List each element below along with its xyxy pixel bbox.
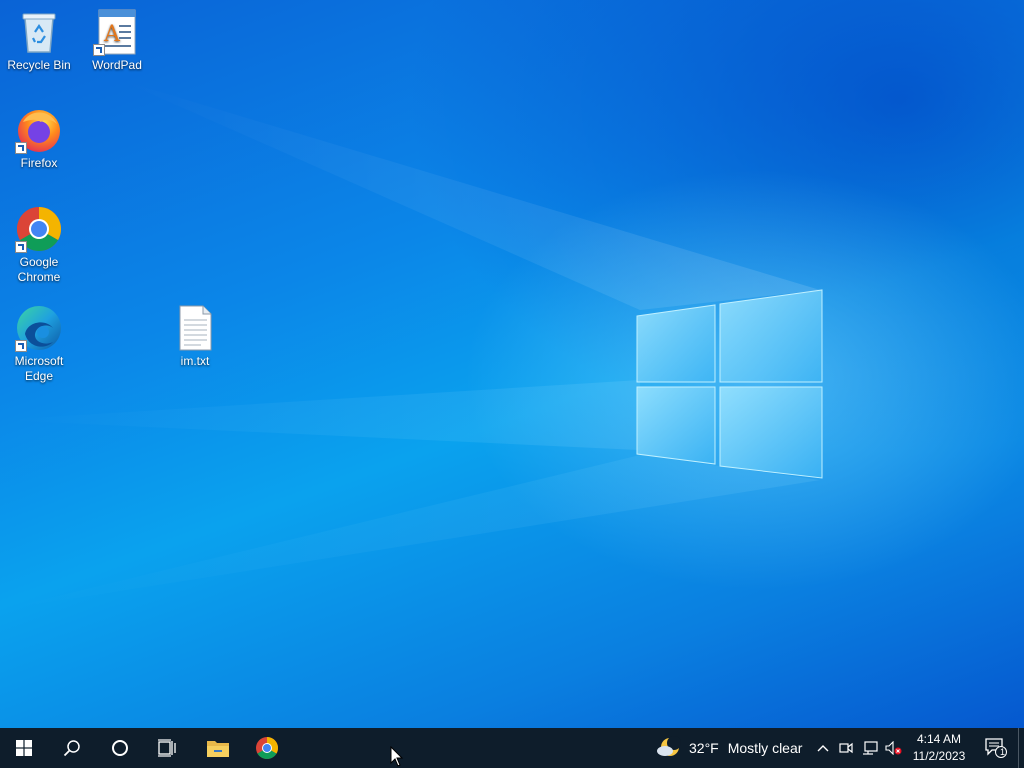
windows-logo-icon: [16, 740, 32, 756]
shortcut-arrow-icon: [93, 44, 105, 56]
volume-muted-icon: [885, 741, 902, 755]
task-view-icon: [158, 739, 176, 757]
wallpaper-rays: [0, 80, 820, 610]
shortcut-arrow-icon: [15, 241, 27, 253]
firefox-desktop-icon[interactable]: Firefox: [1, 106, 77, 171]
taskbar: 32°F Mostly clear 4:14 AM 11/2/2023 1: [0, 728, 1024, 768]
mouse-cursor-icon: [390, 746, 404, 767]
clock[interactable]: 4:14 AM 11/2/2023: [906, 731, 972, 765]
network-icon: [863, 741, 878, 755]
weather-temperature: 32°F: [689, 740, 719, 756]
chrome-taskbar-button[interactable]: [243, 728, 291, 768]
meet-now-icon: [839, 742, 853, 754]
clock-time: 4:14 AM: [916, 732, 962, 746]
im-txt-label: im.txt: [180, 354, 210, 368]
weather-condition: Mostly clear: [727, 740, 803, 756]
chrome-label-line1: Google: [19, 255, 59, 269]
action-center-button[interactable]: 1: [976, 728, 1016, 768]
moon-cloud-icon: [657, 736, 681, 756]
cortana-circle-icon: [112, 740, 128, 756]
wordpad-desktop-icon[interactable]: A WordPad: [79, 8, 155, 73]
recycle-bin-desktop-icon[interactable]: Recycle Bin: [1, 8, 77, 73]
cortana-button[interactable]: [96, 728, 144, 768]
firefox-icon: [15, 106, 63, 154]
weather-widget[interactable]: 32°F Mostly clear: [656, 728, 802, 768]
shortcut-arrow-icon: [15, 340, 27, 352]
edge-label-line2: Edge: [24, 369, 54, 383]
chrome-icon: [256, 737, 278, 759]
recycle-bin-label: Recycle Bin: [7, 58, 71, 72]
wordpad-label: WordPad: [92, 58, 142, 72]
desktop[interactable]: Recycle Bin A WordPad Firefox Google Chr…: [0, 0, 1024, 728]
chrome-desktop-icon[interactable]: Google Chrome: [1, 205, 77, 285]
folder-icon: [207, 741, 229, 757]
edge-desktop-icon[interactable]: Microsoft Edge: [1, 304, 77, 384]
chevron-up-icon: [817, 745, 829, 752]
shortcut-arrow-icon: [15, 142, 27, 154]
edge-icon: [15, 304, 63, 352]
task-view-button[interactable]: [144, 728, 192, 768]
notification-count-badge: 1: [1000, 747, 1006, 757]
text-file-icon: [171, 304, 219, 352]
clock-date: 11/2/2023: [912, 749, 966, 763]
chrome-icon: [15, 205, 63, 253]
network-button[interactable]: [859, 728, 881, 768]
show-desktop-button[interactable]: [1018, 728, 1024, 768]
wordpad-icon: A: [93, 8, 141, 56]
im-txt-desktop-icon[interactable]: im.txt: [157, 304, 233, 369]
volume-button[interactable]: [883, 728, 905, 768]
windows-wallpaper-logo: [636, 289, 823, 479]
search-icon: [63, 740, 80, 757]
svg-text:A: A: [103, 22, 121, 47]
search-button[interactable]: [48, 728, 96, 768]
file-explorer-button[interactable]: [194, 728, 242, 768]
meet-now-button[interactable]: [835, 728, 857, 768]
recycle-bin-icon: [15, 8, 63, 56]
chrome-label-line2: Chrome: [17, 270, 61, 284]
firefox-label: Firefox: [20, 156, 58, 170]
start-button[interactable]: [0, 728, 48, 768]
show-hidden-icons-button[interactable]: [811, 728, 835, 768]
edge-label-line1: Microsoft: [14, 354, 64, 368]
